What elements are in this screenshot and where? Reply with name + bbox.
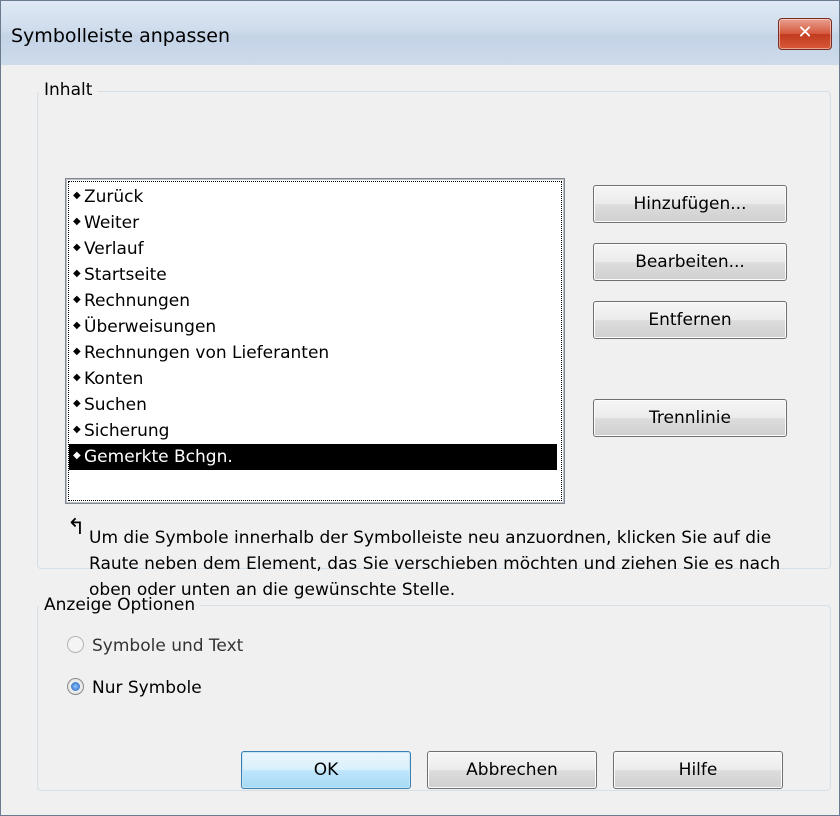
edit-button[interactable]: Bearbeiten... [593,243,787,281]
list-item-label: Rechnungen von Lieferanten [84,343,330,363]
list-item[interactable]: ◆ Suchen [69,392,557,418]
dialog-window: Symbolleiste anpassen ✕ Inhalt ◆ Zurück ◆ W… [0,0,840,816]
drag-diamond-icon[interactable]: ◆ [73,365,84,391]
list-item-label: Zurück [84,187,144,207]
reorder-instructions: Um die Symbole innerhalb der Symbolleist… [89,528,781,600]
reorder-arrow-icon: ↰ [67,515,86,540]
help-button[interactable]: Hilfe [613,751,783,789]
remove-button-label: Entfernen [648,310,732,330]
drag-diamond-icon[interactable]: ◆ [73,391,84,417]
window-title: Symbolleiste anpassen [11,25,231,47]
separator-button-label: Trennlinie [649,408,731,428]
drag-diamond-icon[interactable]: ◆ [73,183,84,209]
drag-diamond-icon[interactable]: ◆ [73,313,84,339]
add-button[interactable]: Hinzufügen... [593,185,787,223]
remove-button[interactable]: Entfernen [593,301,787,339]
radio-circle-symbols-and-text[interactable] [67,636,84,653]
close-icon: ✕ [797,22,813,43]
radio-label-symbols-only: Nur Symbole [92,678,202,698]
list-item[interactable]: ◆ Überweisungen [69,314,557,340]
list-item[interactable]: ◆ Sicherung [69,418,557,444]
toolbar-items-list[interactable]: ◆ Zurück ◆ Weiter ◆ Verlauf ◆ Startseite ◆ Rechnu… [65,178,565,504]
list-item-label: Überweisungen [84,317,217,337]
drag-diamond-icon[interactable]: ◆ [73,339,84,365]
list-item[interactable]: ◆ Verlauf [69,236,557,262]
drag-diamond-icon[interactable]: ◆ [73,287,84,313]
dialog-content: Inhalt ◆ Zurück ◆ Weiter ◆ Verlauf ◆ Startseite… [9,65,831,807]
title-bar[interactable]: Symbolleiste anpassen ✕ [1,1,839,65]
list-item-label: Suchen [84,395,147,415]
drag-diamond-icon[interactable]: ◆ [73,417,84,443]
list-item-label: Weiter [84,213,140,233]
content-group-legend: Inhalt [39,80,98,100]
separator-button[interactable]: Trennlinie [593,399,787,437]
ok-button[interactable]: OK [241,751,411,789]
help-button-label: Hilfe [678,760,718,780]
edit-button-label: Bearbeiten... [635,252,745,272]
list-item-label: Sicherung [84,421,170,441]
radio-symbols-only[interactable]: Nur Symbole [67,675,202,701]
list-item[interactable]: ◆ Weiter [69,210,557,236]
radio-circle-symbols-only[interactable] [67,678,84,695]
drag-diamond-icon[interactable]: ◆ [73,209,84,235]
list-item-label: Startseite [84,265,167,285]
list-item[interactable]: ◆ Rechnungen von Lieferanten [69,340,557,366]
drag-diamond-icon[interactable]: ◆ [73,443,84,469]
display-options-legend: Anzeige Optionen [39,595,201,615]
cancel-button[interactable]: Abbrechen [427,751,597,789]
list-item-label: Rechnungen [84,291,190,311]
drag-diamond-icon[interactable]: ◆ [73,261,84,287]
ok-button-label: OK [313,760,339,780]
list-item-label: Verlauf [84,239,144,259]
radio-symbols-and-text[interactable]: Symbole und Text [67,633,243,659]
list-item-label: Gemerkte Bchgn. [84,447,233,467]
drag-diamond-icon[interactable]: ◆ [73,235,84,261]
add-button-label: Hinzufügen... [633,194,747,214]
list-item[interactable]: ◆ Rechnungen [69,288,557,314]
cancel-button-label: Abbrechen [466,760,558,780]
close-button[interactable]: ✕ [778,18,832,50]
list-item-label: Konten [84,369,144,389]
list-item[interactable]: ◆ Startseite [69,262,557,288]
list-item[interactable]: ◆ Zurück [69,184,557,210]
radio-label-symbols-and-text: Symbole und Text [92,636,244,656]
list-item[interactable]: ◆ Konten [69,366,557,392]
list-item[interactable]: ◆ Gemerkte Bchgn. [69,444,557,470]
